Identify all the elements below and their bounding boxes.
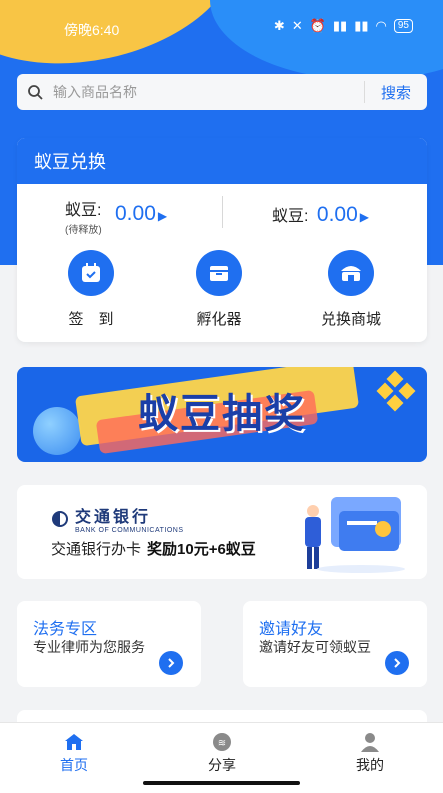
bean-balances: 蚁豆: (待释放) 0.00 ▶ 蚁豆: 0.00 ▶ xyxy=(17,184,427,248)
search-button[interactable]: 搜索 xyxy=(365,82,427,103)
invite-friends-card[interactable]: 邀请好友 邀请好友可领蚁豆 xyxy=(243,601,427,687)
alarm-icon: ⏰ xyxy=(309,18,326,33)
mute-icon: ✕ xyxy=(291,18,303,33)
chevron-right-icon: ▶ xyxy=(157,209,168,223)
wifi-icon: ◠ xyxy=(375,18,387,33)
exchange-mall-label: 兑换商城 xyxy=(320,311,381,328)
tab-share-label: 分享 xyxy=(208,757,236,773)
svg-text:≋: ≋ xyxy=(218,738,226,749)
incubator-button[interactable]: 孵化器 xyxy=(169,250,269,329)
chevron-right-icon: ▶ xyxy=(359,210,370,224)
available-bean-label: 蚁豆: xyxy=(272,208,309,225)
calendar-check-icon xyxy=(68,250,114,296)
pending-bean-balance[interactable]: 蚁豆: (待释放) 0.00 ▶ xyxy=(65,196,167,236)
status-bar: 傍晚6:40 ✱ ✕ ⏰ ▮▮ ▮▮ ◠ 95 xyxy=(0,0,443,56)
incubator-label: 孵化器 xyxy=(196,311,242,328)
bluetooth-icon: ✱ xyxy=(273,18,285,33)
tab-home-label: 首页 xyxy=(60,757,88,773)
bank-card-illustration-icon xyxy=(305,497,405,573)
bean-exchange-card: 蚁豆兑换 蚁豆: (待释放) 0.00▶ 蚁豆: 0.00▶ 签 到 孵化器 xyxy=(17,138,427,342)
bank-name: 交通银行 xyxy=(75,507,152,526)
home-icon xyxy=(34,731,114,753)
signal-icon: ▮▮ xyxy=(354,18,369,33)
share-icon: ≋ xyxy=(182,731,262,753)
lottery-banner[interactable]: 蚁豆抽奖 xyxy=(17,367,427,462)
exchange-mall-button[interactable]: 兑换商城 xyxy=(301,250,401,329)
status-time: 傍晚6:40 xyxy=(64,22,120,38)
pending-bean-label: 蚁豆: xyxy=(65,202,102,219)
signal-icon: ▮▮ xyxy=(332,18,348,33)
checkin-label: 签 到 xyxy=(68,311,114,328)
user-icon xyxy=(330,731,410,753)
chevron-right-icon[interactable] xyxy=(159,651,183,675)
tab-profile[interactable]: 我的 xyxy=(330,731,410,775)
bank-promo-bonus: 奖励10元+6蚁豆 xyxy=(147,541,256,558)
search-input[interactable] xyxy=(53,84,364,100)
bank-promo-text: 交通银行办卡 奖励10元+6蚁豆 xyxy=(51,538,256,559)
bean-card-title: 蚁豆兑换 xyxy=(17,138,427,184)
legal-service-card[interactable]: 法务专区 专业律师为您服务 xyxy=(17,601,201,687)
available-bean-balance[interactable]: 蚁豆: 0.00 ▶ xyxy=(272,202,369,227)
legal-service-title: 法务专区 xyxy=(33,621,98,638)
tab-share[interactable]: ≋ 分享 xyxy=(182,731,262,775)
box-icon xyxy=(196,250,242,296)
bank-promo-card[interactable]: 交通银行 BANK OF COMMUNICATIONS 交通银行办卡 奖励10元+… xyxy=(17,485,427,579)
bank-logo: 交通银行 BANK OF COMMUNICATIONS xyxy=(51,503,183,534)
shop-icon xyxy=(328,250,374,296)
tab-home[interactable]: 首页 xyxy=(34,731,114,775)
search-bar: 搜索 xyxy=(17,74,427,110)
bank-promo-label: 交通银行办卡 xyxy=(51,541,142,558)
bean-actions: 签 到 孵化器 兑换商城 xyxy=(17,250,427,340)
home-indicator[interactable] xyxy=(143,781,300,785)
chevron-right-icon[interactable] xyxy=(385,651,409,675)
search-icon xyxy=(17,84,53,100)
bank-name-en: BANK OF COMMUNICATIONS xyxy=(75,527,184,534)
invite-friends-title: 邀请好友 xyxy=(259,621,324,638)
balance-divider xyxy=(222,196,223,228)
lottery-title: 蚁豆抽奖 xyxy=(138,392,306,436)
pending-bean-value: 0.00 xyxy=(115,202,156,225)
checkin-button[interactable]: 签 到 xyxy=(41,250,141,329)
available-bean-value: 0.00 xyxy=(316,203,358,226)
legal-service-desc: 专业律师为您服务 xyxy=(33,639,145,655)
status-icons: ✱ ✕ ⏰ ▮▮ ▮▮ ◠ 95 xyxy=(274,18,413,34)
bank-logo-icon xyxy=(52,510,68,527)
battery-icon: 95 xyxy=(393,19,413,33)
tab-profile-label: 我的 xyxy=(356,757,384,773)
pending-bean-sublabel: (待释放) xyxy=(65,225,102,236)
invite-friends-desc: 邀请好友可领蚁豆 xyxy=(259,639,371,655)
